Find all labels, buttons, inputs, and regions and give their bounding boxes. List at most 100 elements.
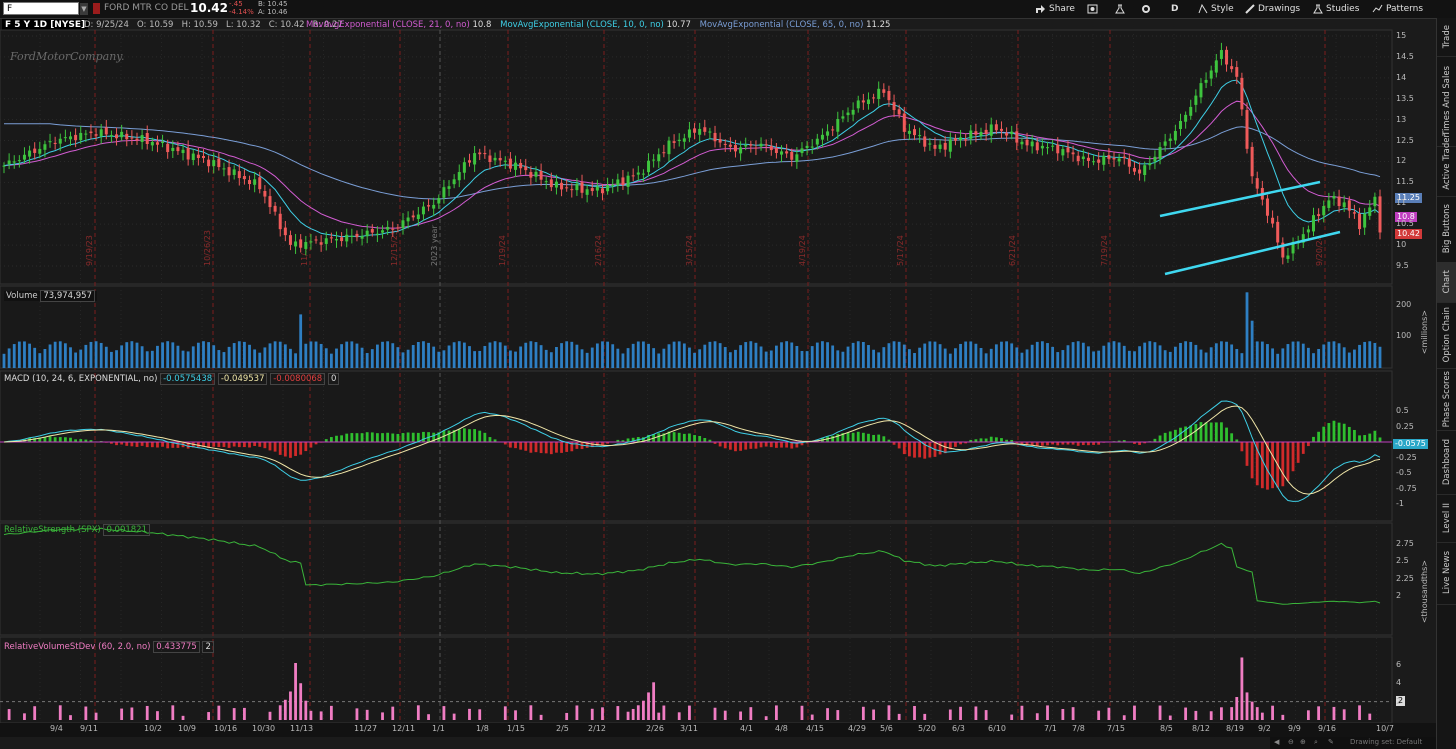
- volume-bar: [590, 347, 594, 368]
- sidebar-tab-option-chain[interactable]: Option Chain: [1437, 302, 1456, 369]
- volume-bar: [1363, 341, 1367, 368]
- rs-header[interactable]: RelativeStrength (SPX) 0.001821: [4, 524, 150, 536]
- chart-canvas[interactable]: 9/19/23 10/26/23 11/... 12/15/23 2023 year 1/…: [0, 18, 1436, 723]
- rvs-bar: [171, 705, 175, 720]
- drawing-set-label[interactable]: Drawing set: Default: [1350, 738, 1422, 746]
- sidebar-tab-active-trader[interactable]: Active Trader: [1437, 128, 1456, 197]
- candle-body: [764, 144, 768, 146]
- date-axis-label: 5/6: [880, 724, 893, 733]
- macd-hist-bar: [161, 442, 164, 447]
- sidebar-tab-big-buttons[interactable]: Big Buttons: [1437, 196, 1456, 263]
- zoom-reset-icon[interactable]: ⌕: [1314, 738, 1318, 747]
- candle-body: [196, 154, 200, 159]
- sidebar-tab-dashboard[interactable]: Dashboard: [1437, 430, 1456, 495]
- volume-bar: [432, 346, 436, 368]
- macd-hist-bar: [462, 428, 466, 443]
- volume-bar: [498, 342, 502, 368]
- rvs-bar: [749, 707, 753, 720]
- date-axis-label: 12/11: [392, 724, 416, 733]
- macd-hist-bar: [1199, 422, 1203, 443]
- candle-body: [488, 155, 492, 163]
- volume-bar: [427, 342, 430, 368]
- rvs-bar: [94, 712, 98, 720]
- sidebar-tab-level-ii[interactable]: Level II: [1437, 494, 1456, 543]
- zoom-out-icon[interactable]: ⊖: [1288, 738, 1294, 746]
- patterns-button[interactable]: Patterns: [1372, 2, 1423, 16]
- share-button[interactable]: Share: [1035, 2, 1075, 16]
- candle-body: [964, 139, 968, 141]
- flask-button[interactable]: [1115, 2, 1128, 16]
- rvs-bar: [800, 705, 804, 720]
- interval-button[interactable]: D: [1171, 2, 1178, 16]
- rvs-bar: [657, 712, 661, 720]
- volume-bar: [667, 344, 671, 368]
- candle-body: [1245, 110, 1249, 149]
- rvs-bar: [836, 710, 840, 720]
- volume-header[interactable]: Volume 73,974,957: [4, 290, 97, 302]
- sidebar-tab-label: Active Trader: [1442, 134, 1452, 190]
- macd-hist-bar: [370, 432, 374, 443]
- rvs-header[interactable]: RelativeVolumeStDev (60, 2.0, no) 0.4337…: [4, 641, 214, 653]
- sidebar-tab-phase-scores[interactable]: Phase Scores: [1437, 368, 1456, 431]
- grid-button[interactable]: [1087, 2, 1101, 16]
- rvs-bar: [1133, 705, 1136, 720]
- candle-body: [186, 147, 190, 160]
- rvs-bar: [365, 709, 369, 720]
- symbol-input[interactable]: F: [3, 2, 79, 15]
- volume-bar: [1117, 342, 1121, 368]
- macd-hist-bar: [212, 442, 216, 447]
- candle-body: [1051, 145, 1055, 147]
- volume-bar: [1276, 353, 1280, 368]
- volume-bar: [191, 346, 195, 368]
- volume-bar: [243, 341, 246, 368]
- sidebar-tab-label: Trade: [1442, 25, 1452, 49]
- studies-button[interactable]: Studies: [1313, 2, 1359, 16]
- candle-body: [135, 138, 139, 141]
- macd-header[interactable]: MACD (10, 24, 6, EXPONENTIAL, no) -0.057…: [4, 373, 340, 385]
- symbol-dropdown-icon[interactable]: ▼: [80, 3, 88, 15]
- candle-body: [872, 97, 876, 99]
- macd-hist-bar: [897, 442, 901, 449]
- sidebar-tab-chart[interactable]: Chart: [1437, 262, 1456, 303]
- candle-body: [774, 148, 778, 153]
- event-label: 2023 year: [430, 225, 439, 266]
- last-price: 10.42: [190, 1, 228, 15]
- macd-hist-bar: [335, 435, 338, 443]
- macd-hist-bar: [457, 429, 461, 443]
- volume-bar: [836, 350, 840, 368]
- date-axis-label: 10/30: [252, 724, 276, 733]
- macd-hist-bar: [299, 442, 303, 455]
- volume-bar: [150, 350, 154, 368]
- candle-body: [22, 154, 26, 160]
- macd-hist-bar: [145, 442, 149, 448]
- style-button[interactable]: Style: [1198, 2, 1234, 16]
- volume-bar: [1061, 350, 1065, 368]
- candle-body: [918, 135, 922, 137]
- macd-hist-bar: [1260, 442, 1264, 489]
- flag-icon[interactable]: [93, 3, 100, 14]
- macd-hist-bar: [1327, 423, 1331, 443]
- pan-icon[interactable]: ✎: [1328, 738, 1334, 746]
- candle-body: [1030, 141, 1034, 147]
- sidebar-tab-live-news[interactable]: Live News: [1437, 542, 1456, 605]
- volume-bar: [335, 348, 338, 368]
- macd-hist-bar: [1220, 422, 1223, 443]
- candle-body: [416, 214, 420, 220]
- drawings-button[interactable]: Drawings: [1245, 2, 1300, 16]
- candle-body: [1352, 212, 1356, 214]
- zoom-in-icon[interactable]: ⊕: [1300, 738, 1306, 746]
- date-axis[interactable]: 9/4 9/11 10/2 10/9 10/16 10/30 11/13 11/27 12/11…: [0, 723, 1436, 737]
- candle-body: [166, 143, 170, 153]
- sidebar-tab-trade[interactable]: Trade: [1437, 18, 1456, 57]
- style-icon: [1198, 3, 1208, 13]
- volume-bar: [263, 347, 267, 368]
- rvs-bar: [1240, 657, 1244, 720]
- volume-bar: [53, 341, 57, 368]
- candle-body: [120, 131, 124, 138]
- settings-button[interactable]: [1141, 2, 1154, 16]
- candle-body: [191, 153, 195, 161]
- scroll-left-icon[interactable]: ◀: [1274, 738, 1279, 746]
- price-change-pct: -4.14%: [229, 8, 254, 16]
- volume-bar: [943, 348, 947, 368]
- event-label: 1/19/24: [498, 235, 507, 266]
